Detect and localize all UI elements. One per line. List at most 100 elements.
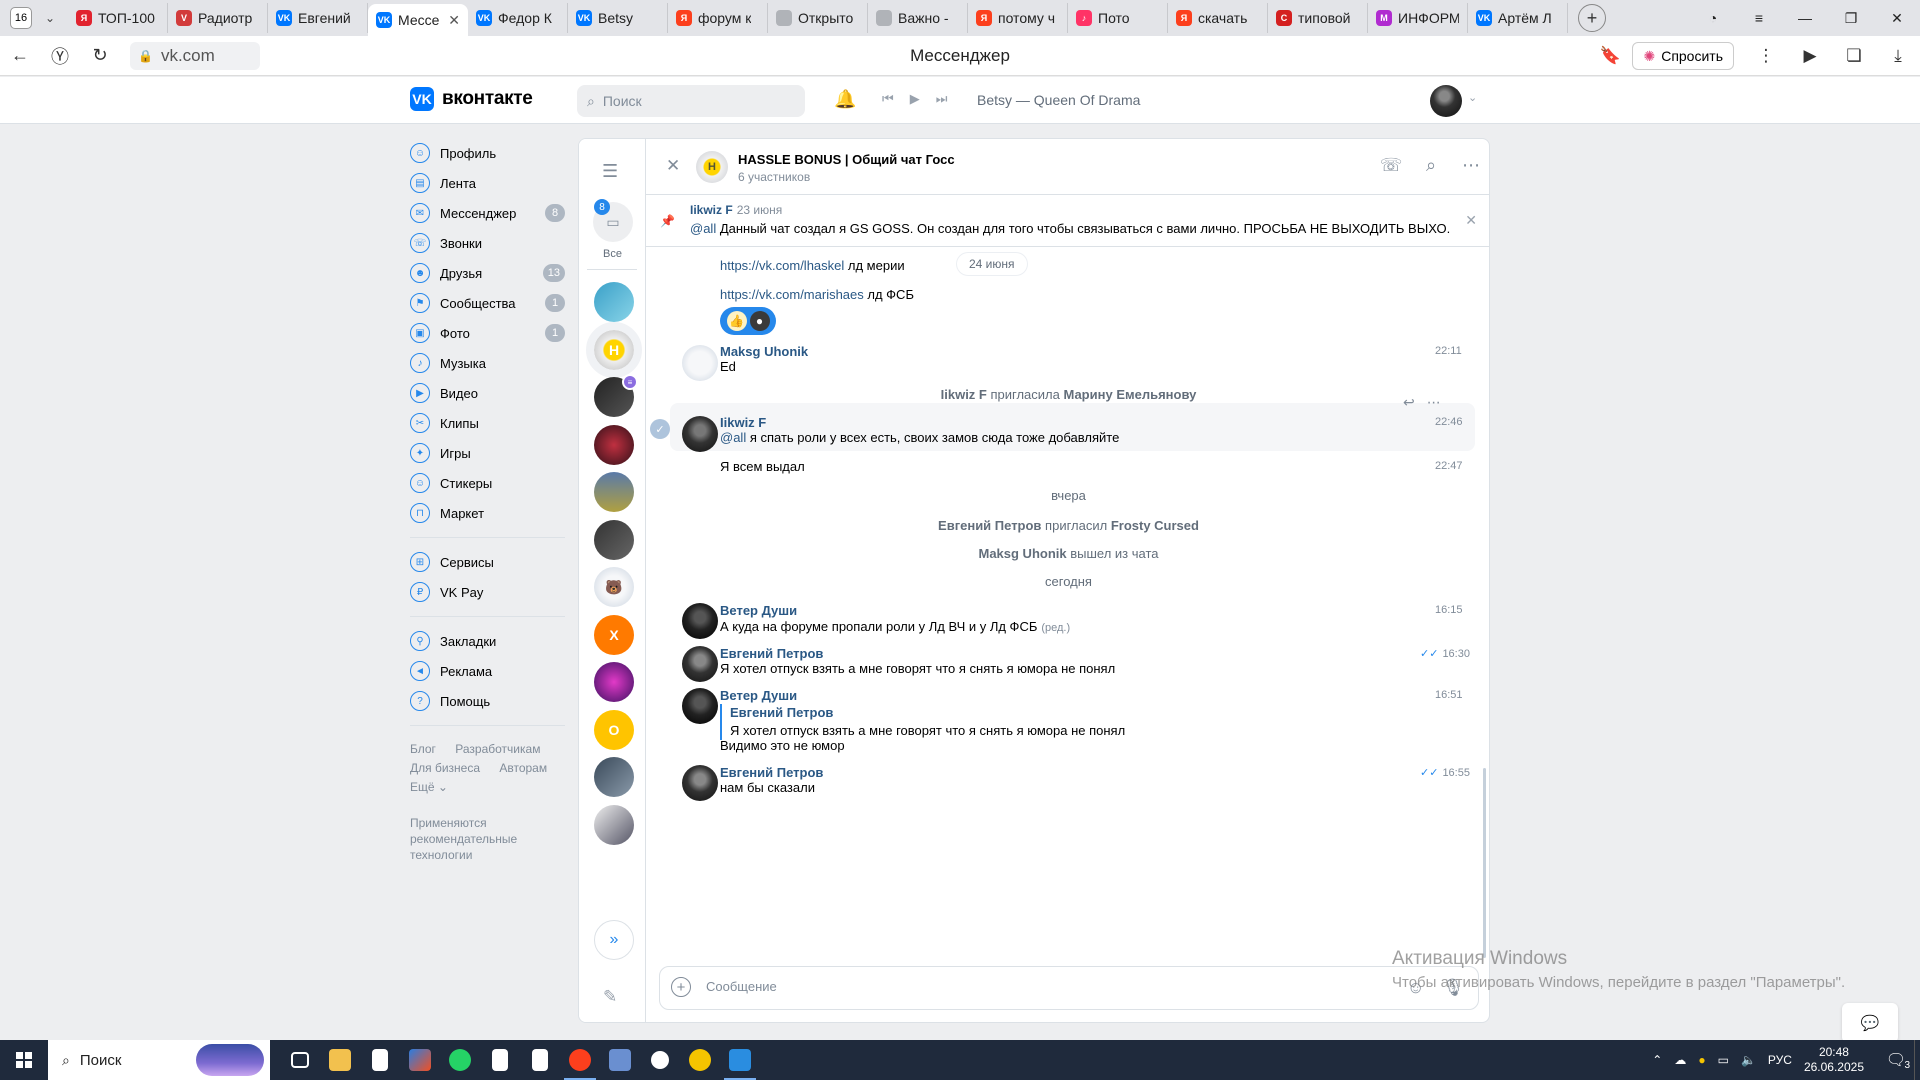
paint-icon[interactable] xyxy=(720,1040,760,1080)
bookmark-icon[interactable]: 🔖 xyxy=(1588,46,1632,66)
yandex-home-icon[interactable]: Ⓨ xyxy=(40,43,80,69)
nav-item[interactable]: ⊞ Сервисы xyxy=(410,547,570,577)
chat-avatar-7[interactable]: 🐻 xyxy=(594,567,634,607)
taskbar-search[interactable]: ⌕ Поиск xyxy=(48,1040,270,1080)
chevron-down-icon[interactable]: ⌄ xyxy=(1468,91,1477,104)
sender-avatar[interactable] xyxy=(682,416,718,452)
reactions-bar[interactable]: 👍 ● xyxy=(720,307,776,335)
nav-item[interactable]: ▤ Лента xyxy=(410,168,570,198)
message-author[interactable]: Евгений Петров xyxy=(720,646,823,661)
chat-photo[interactable]: H xyxy=(696,151,728,183)
start-button[interactable] xyxy=(0,1040,48,1080)
file-explorer-icon[interactable] xyxy=(320,1040,360,1080)
chat-avatar-8[interactable]: X xyxy=(594,614,634,655)
nav-item[interactable]: ✂ Клипы xyxy=(410,408,570,438)
document-icon[interactable] xyxy=(480,1040,520,1080)
browser-tab[interactable]: VK Мессе ✕ xyxy=(368,4,468,36)
cloud-icon[interactable]: ☁ xyxy=(1674,1053,1686,1067)
nav-item[interactable]: ₽ VK Pay xyxy=(410,577,570,607)
notification-center-icon[interactable]: 🗨 3 xyxy=(1878,1050,1914,1071)
chat-avatar-11[interactable] xyxy=(594,757,634,797)
menu-icon[interactable]: ≡ xyxy=(1736,10,1782,26)
floating-chat-icon[interactable]: 💬 xyxy=(1842,1003,1898,1043)
sender-avatar[interactable] xyxy=(682,765,718,801)
browser-tab[interactable]: Я ТОП-100 xyxy=(68,3,168,33)
url-field[interactable]: 🔒 vk.com xyxy=(130,41,260,70)
close-chat-icon[interactable]: ✕ xyxy=(666,156,680,176)
image-viewer-icon[interactable] xyxy=(600,1040,640,1080)
nav-item[interactable]: ☺ Профиль xyxy=(410,138,570,168)
thumbs-up-reaction-icon[interactable]: 👍 xyxy=(726,311,747,331)
browser-tab[interactable]: Cтиповой xyxy=(1268,3,1368,33)
message-link[interactable]: https://vk.com/marishaes xyxy=(720,287,864,302)
sender-avatar[interactable] xyxy=(682,646,718,682)
video-icon[interactable]: ▶ xyxy=(1788,46,1832,66)
close-tab-icon[interactable]: ✕ xyxy=(448,12,460,29)
browser-tab[interactable]: ♪ Пото xyxy=(1068,3,1168,33)
nav-item[interactable]: ✉ Мессенджер 8 xyxy=(410,198,570,228)
footer-link-business[interactable]: Для бизнеса xyxy=(410,761,480,775)
message-author[interactable]: Ветер Души xyxy=(720,688,797,703)
nav-item[interactable]: ◄ Реклама xyxy=(410,656,570,686)
next-track-icon[interactable]: ⏭ xyxy=(936,91,948,107)
tab-list-chevron-icon[interactable]: ⌄ xyxy=(38,11,62,25)
nav-item[interactable]: ☏ Звонки xyxy=(410,228,570,258)
unpin-close-icon[interactable]: ✕ xyxy=(1465,212,1477,229)
nav-item[interactable]: ⚑ Сообщества 1 xyxy=(410,288,570,318)
message-author[interactable]: Ветер Души xyxy=(720,603,797,618)
chat-title[interactable]: HASSLE BONUS | Общий чат Госс xyxy=(738,152,955,167)
vk-search-input[interactable]: ⌕ Поиск xyxy=(577,85,805,117)
browser-tab[interactable]: VK Евгений xyxy=(268,3,368,33)
chat-avatar-5[interactable] xyxy=(594,472,634,512)
browser-tab[interactable]: Яфорум к xyxy=(668,3,768,33)
search-icon[interactable]: ⌕ xyxy=(1411,155,1451,176)
quoted-message[interactable]: Евгений Петров Я хотел отпуск взять а мн… xyxy=(720,704,1125,740)
nav-item[interactable]: ▶ Видео xyxy=(410,378,570,408)
nav-item[interactable]: ☺ Стикеры xyxy=(410,468,570,498)
collections-icon[interactable]: ❏ xyxy=(1832,46,1876,66)
sender-avatar[interactable] xyxy=(682,345,718,381)
service-actor[interactable]: Евгений Петров xyxy=(938,518,1041,533)
nav-item[interactable]: ⚲ Закладки xyxy=(410,626,570,656)
browser-tab[interactable]: VK Артём Л xyxy=(1468,3,1568,33)
notifications-bell-icon[interactable]: 🔔 xyxy=(834,89,856,110)
pinned-message[interactable]: 📌 Iikwiz F 23 июня @all Данный чат создал… xyxy=(646,196,1489,247)
network-icon[interactable]: ▭ xyxy=(1718,1053,1729,1067)
store-icon[interactable] xyxy=(400,1040,440,1080)
tray-app-icon[interactable]: ● xyxy=(1698,1053,1705,1067)
settings-gear-icon[interactable] xyxy=(640,1040,680,1080)
whatsapp-icon[interactable] xyxy=(440,1040,480,1080)
chat-avatar-6[interactable] xyxy=(594,519,634,560)
show-desktop-button[interactable] xyxy=(1914,1040,1920,1080)
minimize-icon[interactable]: — xyxy=(1782,10,1828,26)
message-author[interactable]: Евгений Петров xyxy=(720,765,823,780)
nav-item[interactable]: ⊓ Маркет xyxy=(410,498,570,528)
call-icon[interactable]: ☏ xyxy=(1371,155,1411,176)
browser-tab[interactable]: VK Betsy xyxy=(568,3,668,33)
select-check-icon[interactable]: ✓ xyxy=(650,419,670,439)
back-icon[interactable]: ← xyxy=(0,45,40,66)
expand-chats-icon[interactable]: » xyxy=(594,920,634,960)
mention-all[interactable]: @all xyxy=(720,430,746,445)
new-tab-button[interactable]: + xyxy=(1578,4,1606,32)
message-author[interactable]: Maksg Uhonik xyxy=(720,344,808,359)
volume-icon[interactable]: 🔈 xyxy=(1741,1053,1756,1067)
vk-logo[interactable]: VK вконтакте xyxy=(410,87,533,111)
message-author[interactable]: Iikwiz F xyxy=(720,415,766,430)
reply-icon[interactable]: ↩ xyxy=(1403,394,1415,411)
restore-icon[interactable]: ❐ xyxy=(1828,10,1874,27)
play-icon[interactable]: ▶ xyxy=(910,91,920,107)
launcher-icon[interactable] xyxy=(680,1040,720,1080)
footer-link-blog[interactable]: Блог xyxy=(410,742,436,756)
task-view-icon[interactable] xyxy=(280,1040,320,1080)
chat-avatar-4[interactable] xyxy=(594,424,634,465)
user-avatar[interactable] xyxy=(1430,85,1462,117)
notepad-icon[interactable] xyxy=(360,1040,400,1080)
ask-ai-button[interactable]: ✺ Спросить xyxy=(1632,42,1734,70)
now-playing-track[interactable]: Betsy — Queen Of Drama xyxy=(977,92,1140,108)
sender-avatar[interactable] xyxy=(682,603,718,639)
footer-link-developers[interactable]: Разработчикам xyxy=(455,742,540,756)
message-more-icon[interactable]: ⋯ xyxy=(1427,394,1441,411)
attach-plus-icon[interactable]: + xyxy=(671,977,691,997)
more-actions-icon[interactable]: ⋯ xyxy=(1451,155,1489,176)
